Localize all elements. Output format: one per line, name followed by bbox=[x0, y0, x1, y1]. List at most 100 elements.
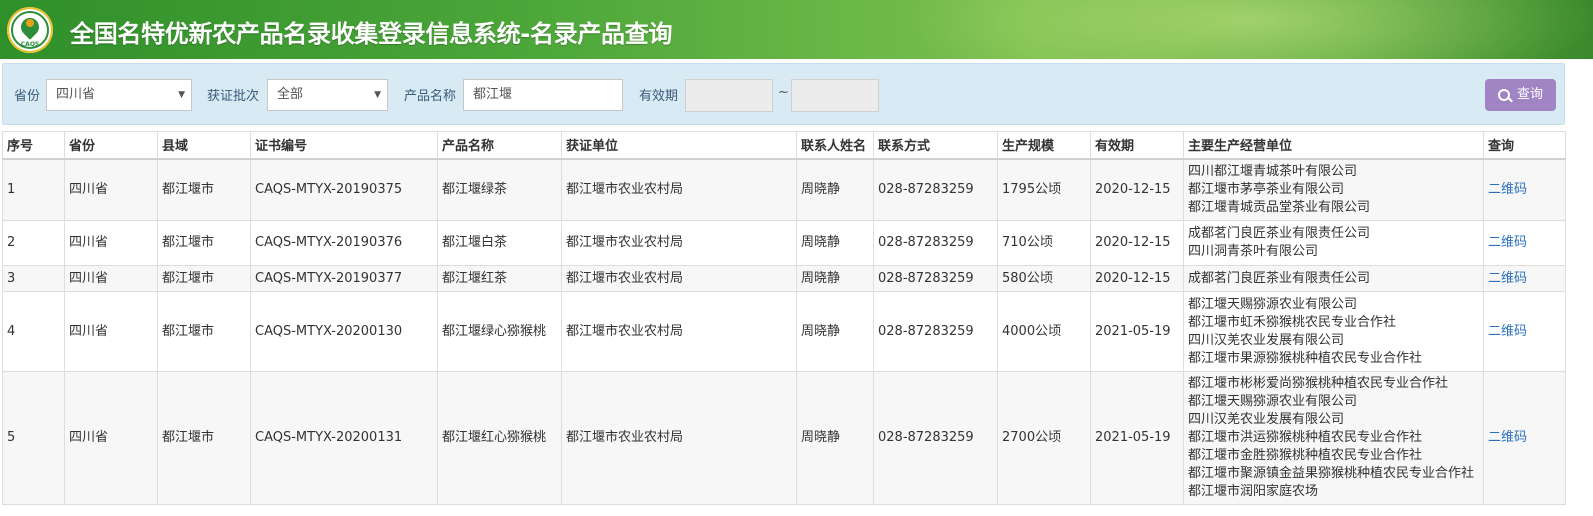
cell-no: 5 bbox=[2, 371, 65, 505]
cell-org: 都江堰市农业农村局 bbox=[561, 265, 797, 292]
validity-start-input[interactable] bbox=[685, 79, 773, 112]
product-name-input[interactable]: 都江堰 bbox=[463, 79, 623, 111]
caqs-logo: CAQS bbox=[7, 7, 53, 53]
cell-scale: 4000公顷 bbox=[997, 291, 1091, 372]
unit-line: 都江堰青城贡品堂茶业有限公司 bbox=[1188, 199, 1371, 215]
cell-no: 3 bbox=[2, 265, 65, 292]
cell-contact: 周晓静 bbox=[796, 265, 874, 292]
unit-line: 成都茗门良匠茶业有限责任公司 bbox=[1188, 226, 1371, 241]
col-header-org: 获证单位 bbox=[561, 131, 797, 159]
table-row: 3 四川省 都江堰市 CAQS-MTYX-20190377 都江堰红茶 都江堰市… bbox=[2, 265, 1566, 292]
cell-contact: 周晓静 bbox=[796, 158, 874, 221]
validity-separator: ~ bbox=[778, 85, 789, 100]
col-header-no: 序号 bbox=[2, 131, 65, 159]
cell-contact: 周晓静 bbox=[796, 291, 874, 372]
unit-line: 四川汉羌农业发展有限公司 bbox=[1188, 332, 1345, 348]
unit-line: 都江堰市果源猕猴桃种植农民专业合作社 bbox=[1188, 350, 1423, 366]
qr-code-link[interactable]: 二维码 bbox=[1488, 324, 1527, 339]
cell-phone: 028-87283259 bbox=[873, 291, 998, 372]
table-row: 4 四川省 都江堰市 CAQS-MTYX-20200130 都江堰绿心猕猴桃 都… bbox=[2, 291, 1566, 372]
cell-units: 成都茗门良匠茶业有限责任公司 四川洞青茶叶有限公司 bbox=[1183, 220, 1484, 266]
cell-province: 四川省 bbox=[64, 220, 158, 266]
product-name-input-value: 都江堰 bbox=[473, 87, 513, 102]
cell-county: 都江堰市 bbox=[157, 291, 251, 372]
qr-code-link[interactable]: 二维码 bbox=[1488, 182, 1527, 197]
cell-province: 四川省 bbox=[64, 291, 158, 372]
cell-scale: 2700公顷 bbox=[997, 371, 1091, 505]
cell-query: 二维码 bbox=[1483, 158, 1566, 221]
cell-cert: CAQS-MTYX-20200131 bbox=[250, 371, 438, 505]
cell-valid: 2021-05-19 bbox=[1090, 291, 1184, 372]
col-header-query: 查询 bbox=[1483, 131, 1566, 159]
unit-line: 四川汉羌农业发展有限公司 bbox=[1188, 412, 1345, 427]
cell-product: 都江堰红茶 bbox=[437, 265, 562, 292]
logo-text: CAQS bbox=[20, 41, 40, 48]
table-row: 1 四川省 都江堰市 CAQS-MTYX-20190375 都江堰绿茶 都江堰市… bbox=[2, 158, 1566, 221]
cell-product: 都江堰绿茶 bbox=[437, 158, 562, 221]
cell-product: 都江堰绿心猕猴桃 bbox=[437, 291, 562, 372]
qr-code-link[interactable]: 二维码 bbox=[1488, 430, 1527, 445]
cell-province: 四川省 bbox=[64, 265, 158, 292]
header-banner: CAQS 全国名特优新农产品名录收集登录信息系统-名录产品查询 bbox=[0, 0, 1593, 59]
col-header-product: 产品名称 bbox=[437, 131, 562, 159]
cell-cert: CAQS-MTYX-20200130 bbox=[250, 291, 438, 372]
caret-down-icon: ▼ bbox=[178, 90, 185, 100]
province-select[interactable]: 四川省 ▼ bbox=[46, 79, 192, 111]
cell-cert: CAQS-MTYX-20190377 bbox=[250, 265, 438, 292]
filter-bar: 省份 四川省 ▼ 获证批次 全部 ▼ 产品名称 都江堰 有效期 ~ 查询 bbox=[2, 63, 1565, 125]
province-label: 省份 bbox=[14, 89, 41, 104]
cell-scale: 580公顷 bbox=[997, 265, 1091, 292]
cell-scale: 1795公顷 bbox=[997, 158, 1091, 221]
col-header-contact: 联系人姓名 bbox=[796, 131, 874, 159]
unit-line: 都江堰市茅亭茶业有限公司 bbox=[1188, 181, 1345, 197]
cell-valid: 2020-12-15 bbox=[1090, 158, 1184, 221]
province-select-value: 四川省 bbox=[56, 87, 96, 102]
caret-down-icon: ▼ bbox=[374, 90, 381, 100]
cell-county: 都江堰市 bbox=[157, 220, 251, 266]
batch-select[interactable]: 全部 ▼ bbox=[267, 79, 388, 111]
table-row: 2 四川省 都江堰市 CAQS-MTYX-20190376 都江堰白茶 都江堰市… bbox=[2, 220, 1566, 266]
qr-code-link[interactable]: 二维码 bbox=[1488, 271, 1527, 286]
batch-label: 获证批次 bbox=[207, 89, 260, 104]
unit-line: 都江堰市金胜猕猴桃种植农民专业合作社 bbox=[1188, 448, 1423, 463]
unit-line: 都江堰市洪运猕猴桃种植农民专业合作社 bbox=[1188, 430, 1423, 445]
cell-county: 都江堰市 bbox=[157, 265, 251, 292]
batch-select-value: 全部 bbox=[277, 87, 304, 102]
cell-units: 四川都江堰青城茶叶有限公司 都江堰市茅亭茶业有限公司 都江堰青城贡品堂茶业有限公… bbox=[1183, 158, 1484, 221]
search-icon bbox=[1498, 89, 1510, 101]
cell-contact: 周晓静 bbox=[796, 371, 874, 505]
cell-valid: 2020-12-15 bbox=[1090, 265, 1184, 292]
qr-code-link[interactable]: 二维码 bbox=[1488, 235, 1527, 250]
unit-line: 都江堰市虹禾猕猴桃农民专业合作社 bbox=[1188, 314, 1397, 330]
query-button[interactable]: 查询 bbox=[1485, 79, 1556, 111]
col-header-valid: 有效期 bbox=[1090, 131, 1184, 159]
validity-label: 有效期 bbox=[639, 89, 679, 104]
cell-product: 都江堰红心猕猴桃 bbox=[437, 371, 562, 505]
unit-line: 四川都江堰青城茶叶有限公司 bbox=[1188, 163, 1358, 179]
sun-icon bbox=[26, 19, 34, 27]
col-header-province: 省份 bbox=[64, 131, 158, 159]
cell-valid: 2020-12-15 bbox=[1090, 220, 1184, 266]
cell-no: 4 bbox=[2, 291, 65, 372]
cell-phone: 028-87283259 bbox=[873, 371, 998, 505]
cell-no: 1 bbox=[2, 158, 65, 221]
col-header-phone: 联系方式 bbox=[873, 131, 998, 159]
cell-cert: CAQS-MTYX-20190375 bbox=[250, 158, 438, 221]
cell-query: 二维码 bbox=[1483, 265, 1566, 292]
col-header-units: 主要生产经营单位 bbox=[1183, 131, 1484, 159]
unit-line: 都江堰天赐猕源农业有限公司 bbox=[1188, 394, 1358, 409]
cell-cert: CAQS-MTYX-20190376 bbox=[250, 220, 438, 266]
unit-line: 都江堰市彬彬爱尚猕猴桃种植农民专业合作社 bbox=[1188, 376, 1449, 391]
cell-no: 2 bbox=[2, 220, 65, 266]
cell-phone: 028-87283259 bbox=[873, 158, 998, 221]
cell-county: 都江堰市 bbox=[157, 158, 251, 221]
unit-line: 都江堰市聚源镇金益果猕猴桃种植农民专业合作社 bbox=[1188, 466, 1475, 481]
results-table: 序号 省份 县域 证书编号 产品名称 获证单位 联系人姓名 联系方式 生产规模 … bbox=[2, 131, 1566, 505]
validity-end-input[interactable] bbox=[791, 79, 879, 112]
page-title: 全国名特优新农产品名录收集登录信息系统-名录产品查询 bbox=[70, 20, 673, 48]
cell-phone: 028-87283259 bbox=[873, 265, 998, 292]
query-button-label: 查询 bbox=[1517, 87, 1544, 102]
unit-line: 都江堰天赐猕源农业有限公司 bbox=[1188, 296, 1358, 312]
unit-line: 都江堰市润阳家庭农场 bbox=[1188, 484, 1319, 499]
col-header-scale: 生产规模 bbox=[997, 131, 1091, 159]
